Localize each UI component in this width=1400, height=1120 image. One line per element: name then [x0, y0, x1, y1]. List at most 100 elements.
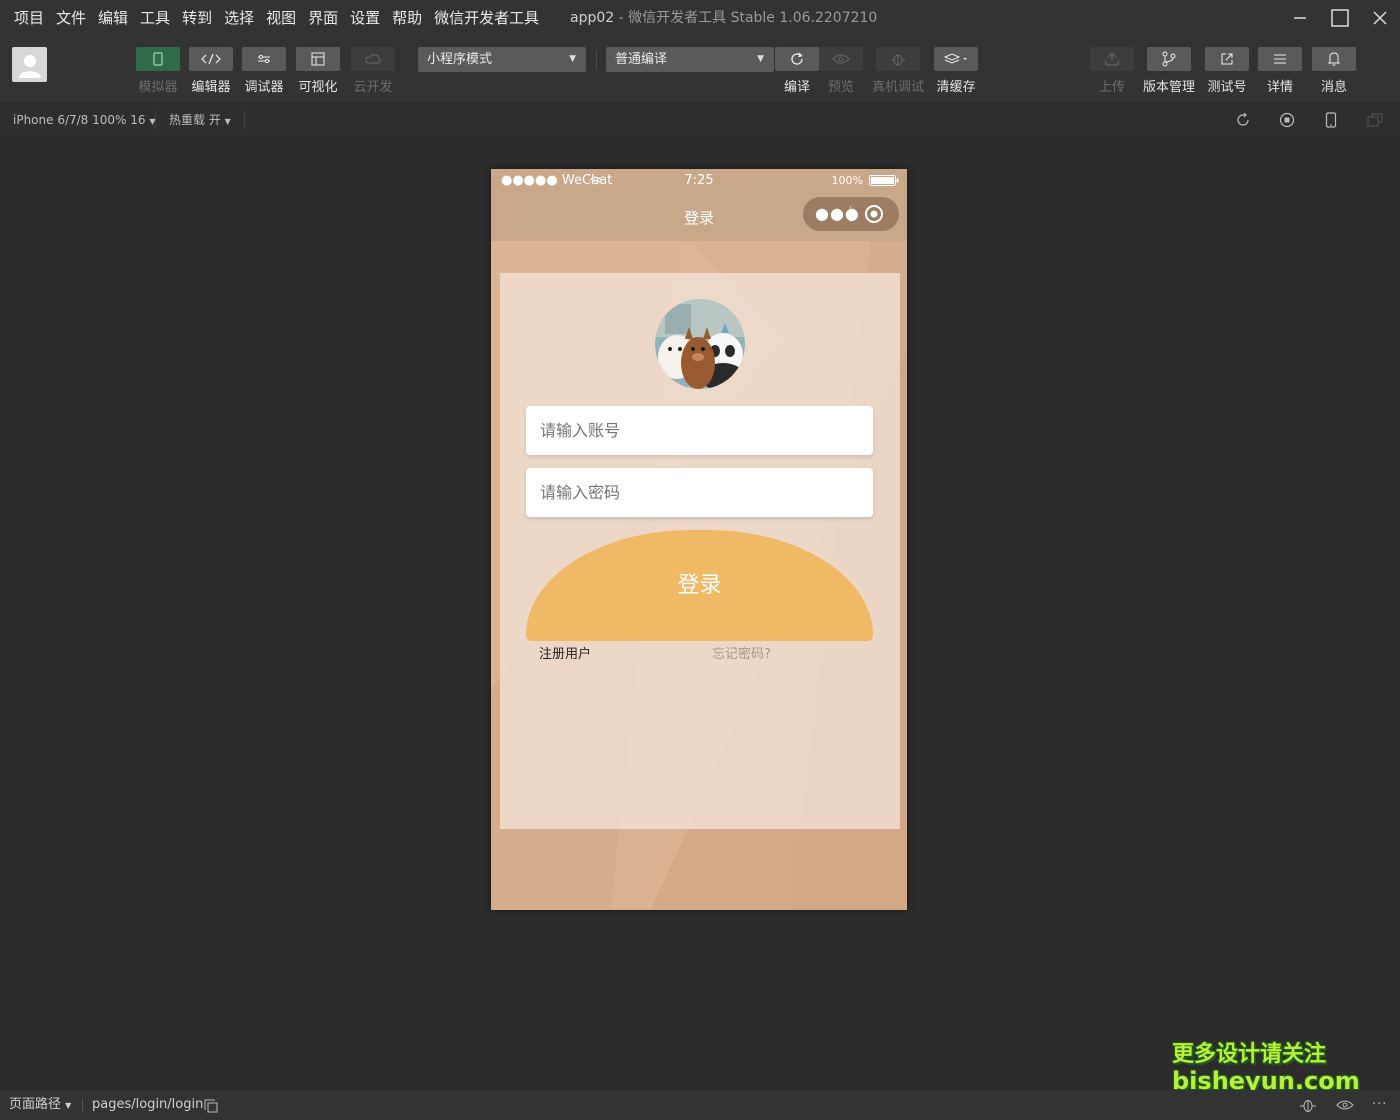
compile-select-value: 普通编译 — [615, 52, 668, 67]
menu-wechat-devtools[interactable]: 微信开发者工具 — [428, 0, 545, 36]
menu-edit[interactable]: 编辑 — [92, 0, 134, 36]
menu-view[interactable]: 视图 — [260, 0, 302, 36]
branch-icon — [1162, 51, 1176, 67]
cloud-button[interactable]: 云开发 — [345, 47, 401, 95]
login-avatar — [655, 299, 745, 389]
app-name: app02 — [570, 10, 615, 26]
cloud-icon — [365, 54, 381, 64]
hot-reload-value: 热重载 开 — [169, 113, 221, 127]
maximize-icon — [1331, 9, 1349, 27]
clear-cache-icon-box — [934, 47, 978, 71]
compile-select[interactable]: 普通编译 ▼ — [606, 47, 774, 72]
layout-icon — [311, 52, 325, 66]
detach-button[interactable] — [1367, 112, 1383, 128]
battery-icon — [869, 175, 899, 186]
stop-button[interactable] — [1279, 112, 1295, 128]
menu-file[interactable]: 文件 — [50, 0, 92, 36]
rotate-button[interactable] — [1235, 112, 1251, 128]
close-icon — [1373, 11, 1387, 25]
test-account-button[interactable]: 测试号 — [1199, 47, 1255, 95]
external-link-icon — [1221, 53, 1233, 65]
device-debug-button[interactable]: 真机调试 — [870, 47, 926, 95]
copy-icon[interactable] — [204, 1099, 218, 1113]
test-account-icon-box — [1205, 47, 1249, 71]
battery-status: 100% — [832, 174, 899, 187]
version-button[interactable]: 版本管理 — [1141, 47, 1197, 95]
simulator-subbar: iPhone 6/7/8 100% 16 ▼ 热重载 开 ▼ — [0, 102, 1400, 136]
hot-reload-select[interactable]: 热重载 开 ▼ — [169, 103, 231, 139]
menu-select[interactable]: 选择 — [218, 0, 260, 36]
window-icon — [1367, 113, 1383, 127]
upload-button[interactable]: 上传 — [1084, 47, 1140, 95]
upload-label: 上传 — [1098, 80, 1125, 95]
page-path-select[interactable]: 页面路径 ▼ — [9, 1090, 71, 1120]
preview-button[interactable]: 预览 — [813, 47, 869, 95]
debugger-button[interactable]: 调试器 — [236, 47, 292, 95]
battery-percent: 100% — [831, 174, 863, 187]
menu-icon — [1274, 54, 1286, 64]
capsule-divider — [850, 206, 851, 222]
more-options-icon[interactable]: ··· — [1372, 1090, 1387, 1120]
chevron-down-icon: ▼ — [569, 54, 576, 64]
messages-button[interactable]: 消息 — [1306, 47, 1362, 95]
maximize-button[interactable] — [1320, 0, 1360, 36]
code-icon — [201, 53, 221, 65]
status-footer: 页面路径 ▼ pages/login/login ··· — [0, 1090, 1400, 1120]
bug-icon[interactable] — [1299, 1097, 1317, 1113]
menu-goto[interactable]: 转到 — [176, 0, 218, 36]
forgot-password-link[interactable]: 忘记密码? — [712, 643, 771, 662]
window-title: app02 - 微信开发者工具 Stable 1.06.2207210 — [570, 0, 877, 36]
menu-help[interactable]: 帮助 — [386, 0, 428, 36]
capsule-menu[interactable]: ●●● — [803, 197, 899, 231]
preview-label: 预览 — [827, 80, 854, 95]
page-path-label: 页面路径 — [9, 1097, 62, 1112]
details-button[interactable]: 详情 — [1252, 47, 1308, 95]
toolbar: 模拟器 编辑器 调试器 可视化 云开发 小程序模式 ▼ 普通编译 ▼ 编译 预览 真… — [0, 36, 1400, 102]
watermark: 更多设计请关注 bisheyun.com — [1172, 1042, 1360, 1094]
device-debug-icon-box — [876, 47, 920, 71]
device-frame-button[interactable] — [1323, 112, 1339, 128]
menu-tools[interactable]: 工具 — [134, 0, 176, 36]
visual-icon-box — [296, 47, 340, 71]
more-icon[interactable]: ●●● — [815, 197, 860, 231]
sliders-icon — [258, 54, 270, 64]
register-link[interactable]: 注册用户 — [539, 643, 591, 662]
bears-avatar-image — [655, 299, 745, 389]
layers-icon — [943, 53, 967, 64]
password-input[interactable] — [526, 468, 873, 517]
account-input[interactable] — [526, 406, 873, 455]
messages-icon-box — [1312, 47, 1356, 71]
eye-icon[interactable] — [1336, 1099, 1354, 1111]
close-button[interactable] — [1360, 0, 1400, 36]
clear-cache-label: 清缓存 — [936, 80, 976, 95]
subbar-divider — [155, 111, 156, 129]
mode-select[interactable]: 小程序模式 ▼ — [418, 47, 586, 72]
menu-settings[interactable]: 设置 — [344, 0, 386, 36]
target-icon[interactable] — [864, 204, 884, 224]
menu-interface[interactable]: 界面 — [302, 0, 344, 36]
device-select[interactable]: iPhone 6/7/8 100% 16 ▼ — [13, 103, 156, 139]
chevron-down-icon: ▼ — [224, 117, 231, 126]
eye-icon — [832, 54, 850, 64]
menu-project[interactable]: 项目 — [8, 0, 50, 36]
bell-icon — [1327, 52, 1341, 66]
user-icon — [18, 54, 41, 78]
preview-icon-box — [819, 47, 863, 71]
debugger-label: 调试器 — [244, 80, 284, 95]
simulator-button[interactable]: 模拟器 — [130, 47, 186, 95]
menu-bar: 项目 文件 编辑 工具 转到 选择 视图 界面 设置 帮助 微信开发者工具 ap… — [0, 0, 1400, 36]
page-path: pages/login/login — [92, 1097, 204, 1112]
editor-button[interactable]: 编辑器 — [183, 47, 239, 95]
editor-icon-box — [189, 47, 233, 71]
window-controls — [1280, 0, 1400, 36]
visual-label: 可视化 — [298, 80, 338, 95]
user-avatar[interactable] — [12, 47, 47, 82]
minimize-button[interactable] — [1280, 0, 1320, 36]
rotate-icon — [1237, 112, 1249, 126]
cloud-label: 云开发 — [353, 80, 393, 95]
minimize-icon — [1294, 17, 1306, 19]
clear-cache-button[interactable]: 清缓存 — [928, 47, 984, 95]
chevron-down-icon: ▼ — [757, 54, 764, 64]
visual-button[interactable]: 可视化 — [290, 47, 346, 95]
chevron-down-icon: ▼ — [65, 1101, 72, 1110]
